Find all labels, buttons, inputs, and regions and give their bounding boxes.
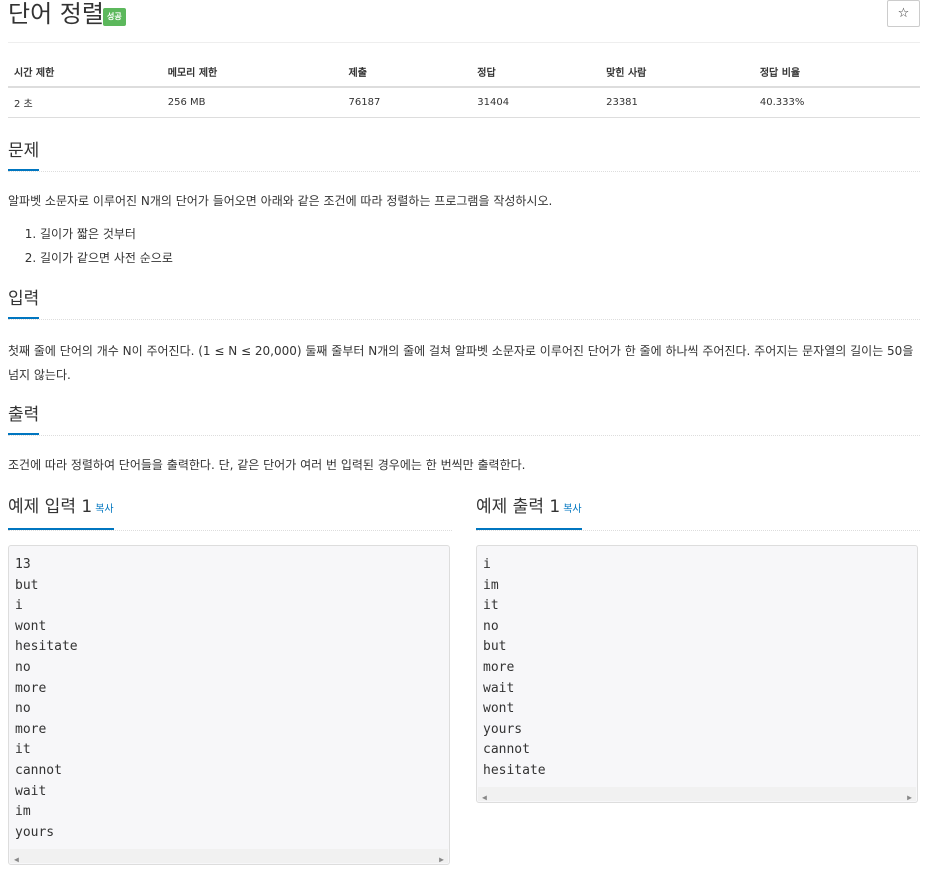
col-memory-limit: 메모리 제한 <box>161 56 343 88</box>
title-row: 단어 정렬 성공 ☆ <box>8 0 920 43</box>
copy-input-button[interactable]: 복사 <box>95 504 113 515</box>
accept-ratio-value: 40.333% <box>753 87 920 118</box>
scroll-left-icon[interactable]: ◀ <box>14 850 19 871</box>
sample-output-heading: 예제 출력 1 복사 <box>476 496 582 530</box>
memory-limit-value: 256 MB <box>161 87 343 118</box>
output-section-header: 출력 <box>8 404 920 436</box>
problem-description: 알파벳 소문자로 이루어진 N개의 단어가 들어오면 아래와 같은 조건에 따라… <box>8 194 553 208</box>
sample-input-title: 예제 입력 1 <box>8 497 93 517</box>
scroll-right-icon[interactable]: ▶ <box>439 850 444 871</box>
col-accepted: 정답 <box>471 56 601 88</box>
star-icon: ☆ <box>897 6 910 21</box>
scroll-right-icon[interactable]: ▶ <box>907 788 912 809</box>
scroll-left-icon[interactable]: ◀ <box>482 788 487 809</box>
accepted-value: 31404 <box>471 87 601 118</box>
list-item: 길이가 짧은 것부터 <box>40 222 173 246</box>
sample-input-heading: 예제 입력 1 복사 <box>8 496 114 530</box>
problem-conditions: 길이가 짧은 것부터 길이가 같으면 사전 순으로 <box>8 222 173 270</box>
page-title: 단어 정렬 <box>8 0 104 28</box>
input-description: 첫째 줄에 단어의 개수 N이 주어진다. (1 ≤ N ≤ 20,000) 둘… <box>8 344 914 382</box>
sample-output-header: 예제 출력 1 복사 <box>476 496 920 531</box>
problem-info-table: 시간 제한 메모리 제한 제출 정답 맞힌 사람 정답 비율 2 초 256 M… <box>8 56 920 118</box>
sample-output-text: i im it no but more wait wont yours cann… <box>483 557 546 778</box>
output-heading: 출력 <box>8 404 40 435</box>
time-limit-value: 2 초 <box>8 87 162 118</box>
col-solved-users: 맞힌 사람 <box>600 56 754 88</box>
info-value-row: 2 초 256 MB 76187 31404 23381 40.333% <box>8 87 920 118</box>
col-submissions: 제출 <box>342 56 472 88</box>
list-item: 길이가 같으면 사전 순으로 <box>40 246 173 270</box>
sample-input-box[interactable]: 13 but i wont hesitate no more no more i… <box>8 545 450 865</box>
sample-output-box[interactable]: i im it no but more wait wont yours cann… <box>476 545 918 803</box>
horizontal-scrollbar[interactable]: ◀ ▶ <box>478 787 916 802</box>
col-accept-ratio: 정답 비율 <box>753 56 920 88</box>
output-description: 조건에 따라 정렬하여 단어들을 출력한다. 단, 같은 단어가 여러 번 입력… <box>8 458 526 472</box>
copy-output-button[interactable]: 복사 <box>563 504 581 515</box>
problem-section-header: 문제 <box>8 140 920 172</box>
col-time-limit: 시간 제한 <box>8 56 162 88</box>
submissions-value: 76187 <box>342 87 472 118</box>
sample-output-title: 예제 출력 1 <box>476 497 561 517</box>
info-header-row: 시간 제한 메모리 제한 제출 정답 맞힌 사람 정답 비율 <box>8 56 920 88</box>
problem-page: 단어 정렬 성공 ☆ 시간 제한 메모리 제한 제출 정답 맞힌 사람 정답 비… <box>0 0 945 872</box>
star-button[interactable]: ☆ <box>887 0 920 27</box>
sample-input-header: 예제 입력 1 복사 <box>8 496 452 531</box>
problem-heading: 문제 <box>8 140 40 171</box>
sample-input-text: 13 but i wont hesitate no more no more i… <box>15 557 78 840</box>
solved-users-value: 23381 <box>600 87 754 118</box>
status-badge: 성공 <box>103 8 126 26</box>
horizontal-scrollbar[interactable]: ◀ ▶ <box>10 849 448 864</box>
input-section-header: 입력 <box>8 288 920 320</box>
input-heading: 입력 <box>8 288 40 319</box>
